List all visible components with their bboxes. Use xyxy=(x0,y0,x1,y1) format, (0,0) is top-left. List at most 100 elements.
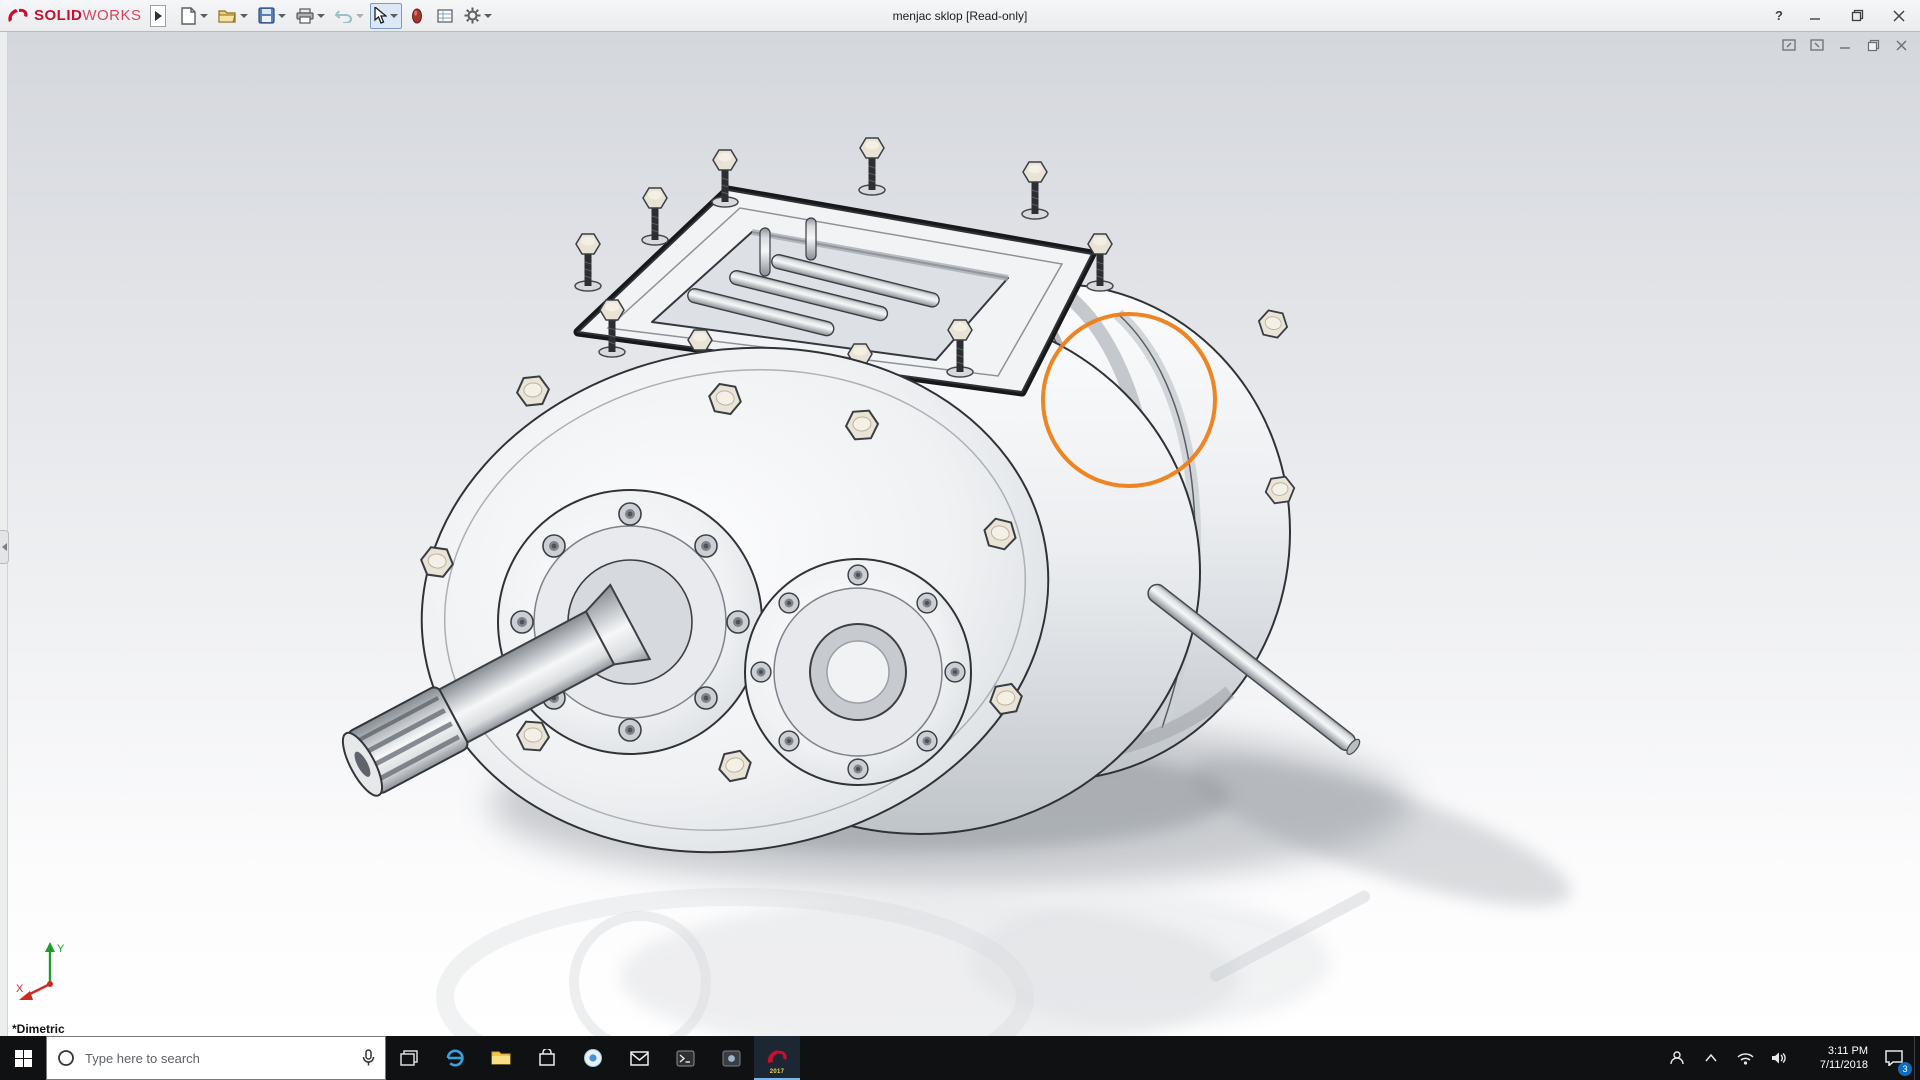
solidworks-logo-icon xyxy=(6,7,30,25)
network-icon xyxy=(1737,1052,1754,1065)
solidworks-app-icon xyxy=(766,1049,788,1067)
graphics-viewport[interactable]: Y X *Dimetric xyxy=(0,32,1920,1036)
chrome-button[interactable] xyxy=(570,1036,616,1080)
doc-close-button[interactable] xyxy=(1890,36,1912,54)
store-icon xyxy=(538,1049,556,1067)
brand-bold: SOLID xyxy=(34,7,82,24)
minimize-icon xyxy=(1809,10,1821,22)
command-prompt-button[interactable] xyxy=(662,1036,708,1080)
print-icon xyxy=(296,8,314,24)
restore-icon xyxy=(1851,9,1864,22)
select-tool-button[interactable] xyxy=(370,3,402,29)
save-icon xyxy=(258,7,275,24)
housing-bolt xyxy=(1256,309,1289,339)
z-axis-dot-icon xyxy=(47,981,53,987)
volume-icon xyxy=(1771,1051,1787,1065)
file-explorer-icon xyxy=(491,1050,511,1066)
doc-window-left-icon[interactable] xyxy=(1778,36,1800,54)
cortana-circle-icon xyxy=(57,1049,75,1067)
brand-light: WORKS xyxy=(82,7,141,24)
select-cursor-icon xyxy=(374,7,387,24)
solidworks-window: SOLIDWORKS xyxy=(0,0,1920,1080)
taskbar-search[interactable]: Type here to search xyxy=(46,1036,386,1080)
microphone-icon[interactable] xyxy=(362,1049,375,1067)
edge-button[interactable] xyxy=(432,1036,478,1080)
triad-y-label: Y xyxy=(57,943,65,955)
options-caret-icon xyxy=(484,14,492,18)
mail-icon xyxy=(630,1051,649,1066)
material-button[interactable] xyxy=(404,3,430,29)
doc-window-right-icon[interactable] xyxy=(1806,36,1828,54)
view-orientation-label: *Dimetric xyxy=(12,1022,65,1036)
standard-toolbar xyxy=(176,3,496,29)
chevron-up-icon xyxy=(1705,1054,1717,1062)
people-icon xyxy=(1669,1050,1685,1066)
action-center-button[interactable]: 3 xyxy=(1874,1036,1914,1080)
command-prompt-icon xyxy=(676,1050,695,1067)
start-button[interactable] xyxy=(0,1036,46,1080)
window-controls: ? xyxy=(1764,0,1920,31)
menu-expand-button[interactable] xyxy=(150,5,166,27)
close-button[interactable] xyxy=(1878,0,1920,31)
left-panel-handle[interactable] xyxy=(0,530,9,564)
minimize-button[interactable] xyxy=(1794,0,1836,31)
sheet-button[interactable] xyxy=(432,3,458,29)
undo-button[interactable] xyxy=(331,3,368,29)
hidden-icons-button[interactable] xyxy=(1694,1036,1728,1080)
search-input[interactable]: Type here to search xyxy=(85,1051,352,1066)
new-document-button[interactable] xyxy=(176,3,212,29)
options-button[interactable] xyxy=(460,3,496,29)
y-axis-arrow-icon xyxy=(45,942,55,952)
show-desktop-button[interactable] xyxy=(1914,1036,1920,1080)
open-button[interactable] xyxy=(214,3,252,29)
solidworks-logo-text: SOLIDWORKS xyxy=(34,7,142,24)
print-caret-icon xyxy=(317,14,325,18)
network-button[interactable] xyxy=(1728,1036,1762,1080)
save-caret-icon xyxy=(278,14,286,18)
secondary-flange[interactable] xyxy=(745,559,971,785)
print-button[interactable] xyxy=(292,3,329,29)
store-button[interactable] xyxy=(524,1036,570,1080)
restore-button[interactable] xyxy=(1836,0,1878,31)
gearbox-model[interactable] xyxy=(0,32,1920,1036)
drawing-sheet-icon xyxy=(437,8,453,24)
clock-date: 7/11/2018 xyxy=(1820,1058,1868,1072)
doc-minimize-button[interactable] xyxy=(1834,36,1856,54)
solidworks-version-badge: 2017 xyxy=(770,1069,785,1075)
notification-badge: 3 xyxy=(1898,1062,1912,1076)
document-window-controls xyxy=(1778,36,1912,54)
task-view-icon xyxy=(400,1050,418,1066)
dark-app-button[interactable] xyxy=(708,1036,754,1080)
system-tray: 3:11 PM 7/11/2018 3 xyxy=(1660,1036,1920,1080)
gear-icon xyxy=(464,7,481,24)
taskbar: Type here to search xyxy=(0,1036,1920,1080)
triad-x-label: X xyxy=(16,983,24,995)
close-icon xyxy=(1893,10,1905,22)
flyout-arrow-icon xyxy=(154,11,162,21)
solidworks-app-button[interactable]: 2017 xyxy=(754,1036,800,1080)
material-sphere-icon xyxy=(411,8,423,24)
orientation-triad: Y X xyxy=(14,934,90,1014)
task-view-button[interactable] xyxy=(386,1036,432,1080)
taskbar-clock[interactable]: 3:11 PM 7/11/2018 xyxy=(1796,1036,1874,1080)
edge-icon xyxy=(445,1048,465,1068)
titlebar: SOLIDWORKS xyxy=(0,0,1920,32)
save-button[interactable] xyxy=(254,3,290,29)
open-folder-icon xyxy=(218,8,237,24)
help-button[interactable]: ? xyxy=(1764,8,1794,23)
new-document-icon xyxy=(180,7,197,25)
dark-app-icon xyxy=(722,1050,741,1067)
solidworks-logo: SOLIDWORKS xyxy=(0,7,150,25)
volume-button[interactable] xyxy=(1762,1036,1796,1080)
file-explorer-button[interactable] xyxy=(478,1036,524,1080)
chrome-icon xyxy=(583,1048,603,1068)
select-caret-icon xyxy=(390,14,398,18)
people-button[interactable] xyxy=(1660,1036,1694,1080)
clock-time: 3:11 PM xyxy=(1828,1044,1868,1058)
undo-caret-icon xyxy=(356,14,364,18)
new-document-caret-icon xyxy=(200,14,208,18)
model-reflection xyxy=(445,888,1372,1036)
open-caret-icon xyxy=(240,14,248,18)
doc-restore-button[interactable] xyxy=(1862,36,1884,54)
mail-button[interactable] xyxy=(616,1036,662,1080)
